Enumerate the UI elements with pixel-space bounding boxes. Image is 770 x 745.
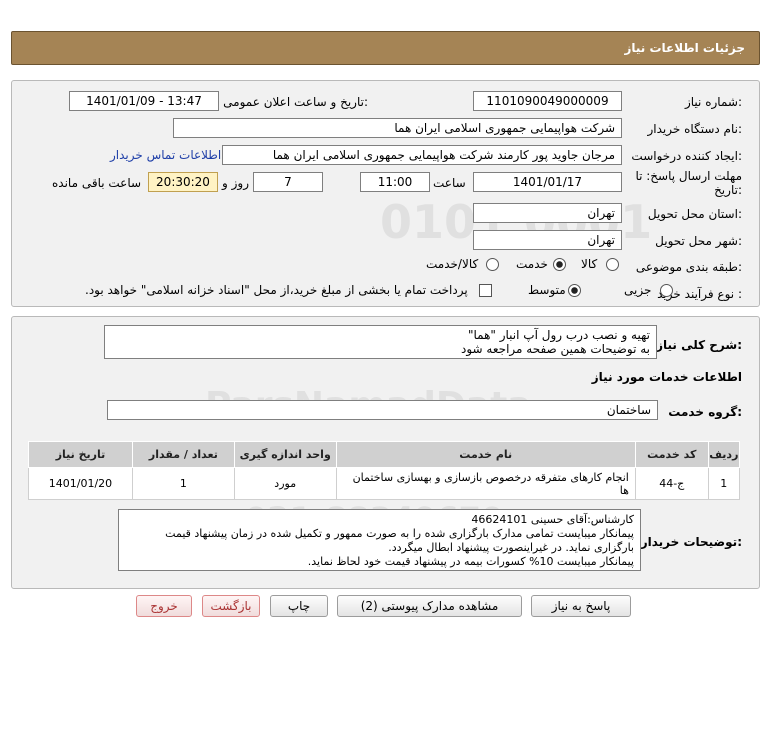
treasury-note: پرداخت تمام یا بخشی از مبلغ خرید،از محل … — [85, 283, 468, 297]
cell-date: 1401/01/20 — [28, 467, 133, 500]
exit-button[interactable]: خروج — [136, 595, 192, 617]
requester-label: ایجاد کننده درخواست: — [631, 149, 742, 163]
back-button[interactable]: بازگشت — [202, 595, 260, 617]
print-button[interactable]: چاپ — [270, 595, 328, 617]
buyer-notes-line-2: پیمانکار میبایست تمامی مدارک بارگزاری شد… — [165, 527, 634, 554]
category-radio-service[interactable] — [553, 258, 566, 271]
announce-field: 1401/01/09 - 13:47 — [69, 91, 219, 111]
category-option-goods-service: کالا/خدمت — [426, 257, 479, 271]
deadline-date-field: 1401/01/17 — [473, 172, 622, 192]
requester-field: مرجان جاوید پور کارمند شرکت هواپیمایی جم… — [222, 145, 622, 165]
treasury-checkbox[interactable] — [479, 284, 492, 297]
col-header-date: تاریخ نیاز — [28, 441, 133, 468]
province-field: تهران — [473, 203, 622, 223]
page-title: جزئیات اطلاعات نیاز — [624, 41, 745, 55]
category-radio-goods[interactable] — [606, 258, 619, 271]
description-label: شرح کلی نیاز: — [656, 338, 742, 352]
category-option-goods: کالا — [581, 257, 598, 271]
col-header-row: ردیف — [707, 441, 741, 468]
col-header-code: کد خدمت — [634, 441, 709, 468]
deadline-days-field: 7 — [253, 172, 323, 192]
purchase-option-medium: متوسط — [528, 283, 566, 297]
description-box: تهیه و نصب درب رول آپ انبار "هما" به توض… — [104, 325, 657, 359]
purchase-radio-medium[interactable] — [568, 284, 581, 297]
services-table: ردیف کد خدمت نام خدمت واحد اندازه گیری ت… — [28, 441, 741, 500]
buyer-contact-link[interactable]: اطلاعات تماس خریدار — [110, 148, 221, 162]
deadline-time-field: 11:00 — [360, 172, 430, 192]
need-number-label: شماره نیاز: — [684, 95, 742, 109]
table-header-row: ردیف کد خدمت نام خدمت واحد اندازه گیری ت… — [28, 441, 741, 468]
cell-qty: 1 — [131, 467, 235, 500]
city-field: تهران — [473, 230, 622, 250]
announce-label: تاریخ و ساعت اعلان عمومی: — [223, 95, 368, 109]
remaining-label: ساعت باقی مانده — [52, 176, 142, 190]
category-label: طبقه بندی موضوعی: — [635, 260, 742, 274]
cell-row: 1 — [707, 467, 741, 500]
buyer-notes-box: کارشناس:آقای حسینی 46624101 پیمانکار میب… — [118, 509, 641, 571]
deadline-label-line1: مهلت ارسال پاسخ: تا — [635, 169, 742, 183]
services-info-title: اطلاعات خدمات مورد نیاز — [591, 370, 742, 384]
table-row: 1 ج-44 انجام کارهای متفرقه درخصوص بازساز… — [28, 467, 741, 500]
service-group-label: گروه خدمت: — [668, 405, 742, 419]
reply-button[interactable]: پاسخ به نیاز — [531, 595, 631, 617]
deadline-time-label: ساعت — [433, 176, 466, 190]
description-line-1: تهیه و نصب درب رول آپ انبار "هما" — [467, 328, 650, 342]
col-header-unit: واحد اندازه گیری — [233, 441, 337, 468]
cell-code: ج-44 — [634, 467, 709, 500]
buyer-notes-line-3: پیمانکار میبایست 10% کسورات بیمه در پیشن… — [307, 555, 634, 568]
cell-name: انجام کارهای متفرقه درخصوص بازسازی و بهس… — [335, 467, 636, 500]
category-radio-goods-service[interactable] — [486, 258, 499, 271]
remaining-time-field: 20:30:20 — [148, 172, 218, 192]
purchase-option-minor: جزیی — [624, 283, 652, 297]
buyer-notes-label: توضیحات خریدار: — [640, 535, 742, 549]
deadline-label-line2: تاریخ: — [714, 183, 742, 197]
buyer-org-label: نام دستگاه خریدار: — [647, 122, 743, 136]
city-label: شهر محل تحویل: — [655, 234, 742, 248]
service-group-field: ساختمان — [107, 400, 658, 420]
col-header-name: نام خدمت — [335, 441, 636, 468]
col-header-qty: تعداد / مقدار — [131, 441, 235, 468]
need-number-field: 1101090049000009 — [473, 91, 622, 111]
purchase-radio-minor[interactable] — [660, 284, 673, 297]
attachments-button[interactable]: مشاهده مدارک پیوستی (2) — [337, 595, 522, 617]
buyer-notes-line-1: کارشناس:آقای حسینی 46624101 — [471, 513, 634, 526]
description-line-2: به توضیحات همین صفحه مراجعه شود — [461, 342, 650, 356]
page-header: جزئیات اطلاعات نیاز — [11, 31, 760, 65]
province-label: استان محل تحویل: — [647, 207, 742, 221]
days-label: روز و — [222, 176, 249, 190]
category-option-service: خدمت — [516, 257, 548, 271]
cell-unit: مورد — [233, 467, 337, 500]
buyer-org-field: شرکت هواپیمایی جمهوری اسلامی ایران هما — [173, 118, 622, 138]
